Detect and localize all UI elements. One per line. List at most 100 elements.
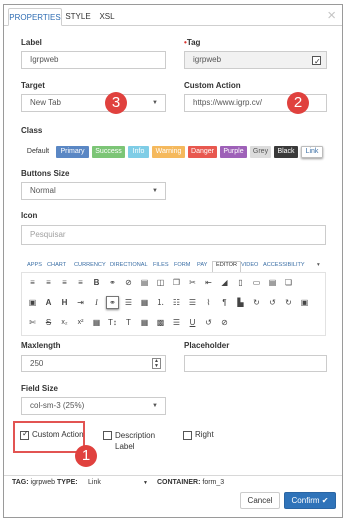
list-alt-icon[interactable]: ▦ [139, 297, 150, 308]
list-ol-icon[interactable]: ⒈ [155, 297, 166, 308]
footer-type-select[interactable]: Link ▼ [88, 479, 148, 486]
footer-container-value: form_3 [202, 479, 225, 486]
right-checkbox[interactable] [183, 431, 192, 440]
clipboard-icon[interactable]: ▤ [139, 277, 150, 288]
repeat-icon[interactable]: ↻ [251, 297, 262, 308]
floppy-icon[interactable]: ▣ [299, 297, 310, 308]
table-icon[interactable]: ▦ [91, 317, 102, 328]
check-icon: ✔ [321, 496, 329, 505]
cancel-button[interactable]: Cancel [240, 492, 280, 509]
tag-input[interactable]: igrpweb ✓ [184, 51, 327, 69]
number-stepper-icon[interactable]: ▲ ▼ [152, 358, 161, 369]
link-icon-selected[interactable]: ⚭ [106, 296, 119, 309]
editor-tab-chart[interactable]: CHART [47, 262, 66, 272]
save-icon[interactable]: ▣ [27, 297, 38, 308]
subscript-icon[interactable]: x₂ [59, 317, 70, 328]
bold-icon[interactable]: B [91, 277, 102, 288]
superscript-icon[interactable]: x² [75, 317, 86, 328]
class-option-warning[interactable]: Warning [152, 146, 185, 158]
redo-icon[interactable]: ↻ [283, 297, 294, 308]
link-icon[interactable]: ⚭ [107, 277, 118, 288]
list-icon[interactable]: ☰ [123, 297, 134, 308]
description-label-checkbox[interactable] [103, 431, 112, 440]
maxlength-input[interactable]: 250 ▲ ▼ [21, 355, 166, 372]
th-list-icon[interactable]: ☰ [171, 317, 182, 328]
chevron-down-icon: ▼ [152, 188, 158, 194]
file-text-icon[interactable]: ▭ [251, 277, 262, 288]
align-center-icon[interactable]: ≡ [43, 277, 54, 288]
class-option-link[interactable]: Link [301, 146, 323, 158]
class-option-info[interactable]: Info [128, 146, 149, 158]
field-size-select[interactable]: col-sm-3 (25%) ▼ [21, 397, 166, 415]
class-option-primary[interactable]: Primary [56, 146, 89, 158]
buttons-size-select[interactable]: Normal ▼ [21, 182, 166, 200]
header-icon[interactable]: H [59, 297, 70, 308]
file-icon[interactable]: ▯ [235, 277, 246, 288]
underline-icon[interactable]: U [187, 317, 198, 328]
class-option-default[interactable]: Default [23, 146, 53, 158]
tab-style[interactable]: STYLE [62, 8, 94, 26]
footer-container-info: CONTAINER: form_3 [157, 479, 224, 486]
icon-search-input[interactable]: Pesquisar [21, 225, 326, 245]
italic-icon[interactable]: I [91, 297, 102, 308]
list-ul-icon[interactable]: ☷ [171, 297, 182, 308]
th-large-icon[interactable]: ▩ [155, 317, 166, 328]
class-option-danger[interactable]: Danger [188, 146, 217, 158]
file-alt-icon[interactable]: ▤ [267, 277, 278, 288]
files-icon[interactable]: ❏ [283, 277, 294, 288]
chain-broken-icon[interactable]: ⊘ [219, 317, 230, 328]
scissors-icon[interactable]: ✄ [27, 317, 38, 328]
paste-icon[interactable]: ▙ [235, 297, 246, 308]
footer-type-value: Link [88, 479, 101, 486]
class-option-black[interactable]: Black [274, 146, 298, 158]
outdent-icon[interactable]: ⇥ [75, 297, 86, 308]
confirm-button[interactable]: Confirm ✔ [284, 492, 336, 509]
field-size-field-title: Field Size [21, 384, 58, 393]
th-icon[interactable]: ▦ [139, 317, 150, 328]
columns-icon[interactable]: ◫ [155, 277, 166, 288]
close-icon[interactable]: × [327, 8, 336, 23]
outdent-alt-icon[interactable]: ☰ [187, 297, 198, 308]
align-justify-icon[interactable]: ≡ [59, 277, 70, 288]
strikethrough-icon[interactable]: S [43, 317, 54, 328]
paragraph-icon[interactable]: ¶ [219, 297, 230, 308]
maxlength-value: 250 [30, 359, 44, 368]
copy-icon[interactable]: ❐ [171, 277, 182, 288]
font-icon[interactable]: A [43, 297, 54, 308]
custom-action-checkbox[interactable]: ✓ [20, 429, 29, 440]
tag-checkbox[interactable]: ✓ [312, 56, 321, 66]
editor-tab-video[interactable]: VIDEO [241, 262, 258, 272]
placeholder-input[interactable] [184, 355, 327, 372]
target-select[interactable]: New Tab ▼ [21, 94, 166, 112]
editor-tab-form[interactable]: FORM [174, 262, 190, 272]
unlink-icon[interactable]: ⊘ [123, 277, 134, 288]
chevron-down-icon: ▼ [152, 403, 158, 409]
editor-tab-pay[interactable]: PAY [197, 262, 207, 272]
undo-alt-icon[interactable]: ↺ [203, 317, 214, 328]
editor-tab-apps[interactable]: APPS [27, 262, 42, 272]
undo-icon[interactable]: ↺ [267, 297, 278, 308]
editor-tabs-dropdown-icon[interactable]: ▾ [317, 262, 320, 272]
buttons-size-field-title: Buttons Size [21, 169, 70, 178]
editor-tab-accessibility[interactable]: ACCESSIBILITY [263, 262, 305, 272]
placeholder-field-title: Placeholder [184, 341, 230, 350]
editor-tab-directional[interactable]: DIRECTIONAL [110, 262, 148, 272]
label-field-title: Label [21, 38, 42, 47]
tab-properties[interactable]: PROPERTIES [8, 8, 62, 26]
editor-tab-files[interactable]: FILES [153, 262, 169, 272]
eraser-icon[interactable]: ◢ [219, 277, 230, 288]
label-input[interactable]: Igrpweb [21, 51, 166, 69]
editor-tab-currency[interactable]: CURRENCY [74, 262, 106, 272]
cut-icon[interactable]: ✂ [187, 277, 198, 288]
align-left-icon[interactable]: ≡ [27, 277, 38, 288]
align-right-icon[interactable]: ≡ [75, 277, 86, 288]
paperclip-icon[interactable]: ⌇ [203, 297, 214, 308]
class-option-success[interactable]: Success [92, 146, 125, 158]
tab-xsl[interactable]: XSL [94, 8, 120, 26]
class-option-grey[interactable]: Grey [250, 146, 271, 158]
text-height-icon[interactable]: T↕ [107, 317, 118, 328]
check-icon: ✓ [314, 57, 321, 66]
indent-icon[interactable]: ⇤ [203, 277, 214, 288]
text-width-icon[interactable]: T [123, 317, 134, 328]
class-option-purple[interactable]: Purple [220, 146, 247, 158]
